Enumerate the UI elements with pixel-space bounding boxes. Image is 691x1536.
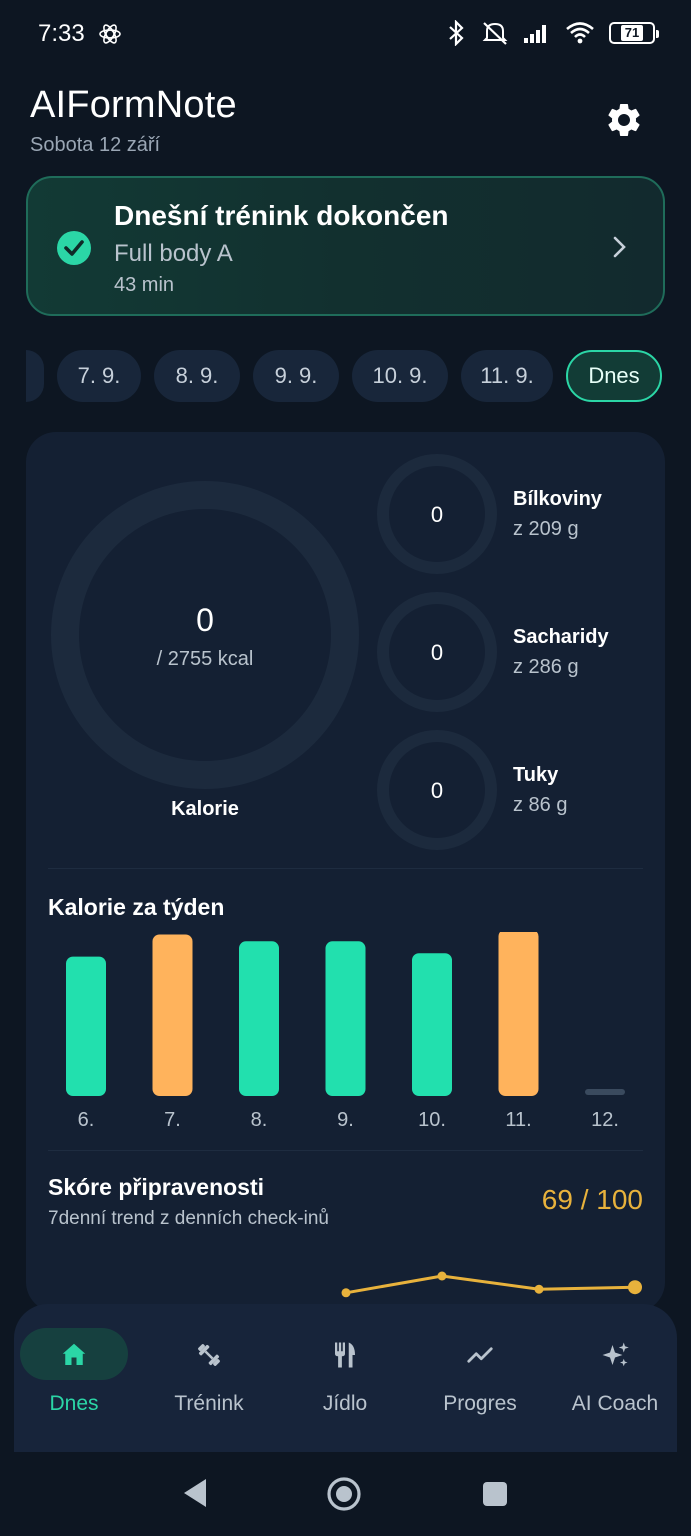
chart-bar [498, 932, 539, 1096]
carbs-goal: z 286 g [513, 656, 579, 678]
calories-label: Kalorie [171, 798, 239, 820]
current-date: Sobota 12 září [30, 134, 161, 156]
status-time: 7:33 [38, 20, 85, 47]
home-button-icon[interactable] [326, 1476, 362, 1512]
battery-icon: 71 [609, 22, 659, 44]
recents-icon[interactable] [481, 1480, 509, 1508]
carbs-name: Sacharidy [513, 626, 609, 648]
calories-consumed: 0 [196, 602, 214, 638]
signal-icon [524, 25, 546, 43]
bottom-navigation: Dnes Trénink Jídlo Progres AI Coach [14, 1304, 677, 1452]
status-bar: 7:33 71 [0, 0, 691, 70]
trend-point [534, 1284, 544, 1294]
system-navigation [0, 1452, 691, 1536]
chart-bar [412, 953, 452, 1096]
workout-name: Full body A [114, 240, 233, 267]
trend-point [437, 1271, 447, 1281]
fat-value: 0 [430, 778, 444, 803]
day-chip-offscreen[interactable] [26, 350, 44, 402]
nav-label: AI Coach [571, 1392, 659, 1415]
chevron-right-icon [613, 236, 626, 258]
chart-bar-empty [585, 1089, 625, 1095]
mute-icon [482, 22, 508, 45]
trend-point [628, 1280, 642, 1295]
fat-name: Tuky [513, 764, 559, 786]
nav-label: Dnes [49, 1392, 99, 1415]
sparkles-icon [602, 1342, 629, 1367]
wifi-icon [566, 22, 594, 44]
nav-label: Jídlo [322, 1392, 368, 1415]
nav-item-training[interactable]: Trénink [144, 1328, 274, 1428]
chart-category-label: 7. [164, 1109, 181, 1131]
chart-bar [152, 934, 193, 1096]
protein-name: Bílkoviny [513, 488, 602, 510]
carbs-value: 0 [430, 640, 444, 665]
weekly-calories-chart: 6. 7. 8. 9. 10. 11. 12. [66, 932, 625, 1131]
workout-status-title: Dnešní trénink dokončen [114, 200, 449, 231]
chart-category-label: 10. [418, 1109, 446, 1131]
divider [48, 868, 643, 869]
readiness-score: 69 / 100 [541, 1184, 643, 1215]
fat-goal: z 86 g [513, 794, 568, 816]
protein-value: 0 [430, 502, 444, 527]
home-icon [62, 1343, 86, 1365]
day-chip[interactable]: 7. 9. [57, 350, 141, 402]
day-chip[interactable]: 9. 9. [253, 350, 339, 402]
day-chip[interactable]: 10. 9. [352, 350, 448, 402]
chart-bar [66, 956, 106, 1096]
app-title: AIFormNote [30, 84, 237, 126]
nav-label: Trénink [174, 1392, 244, 1415]
trend-point [341, 1288, 351, 1298]
gear-icon[interactable] [604, 100, 644, 140]
back-icon[interactable] [180, 1476, 210, 1510]
divider [48, 1150, 643, 1151]
day-chip[interactable]: 11. 9. [461, 350, 553, 402]
readiness-subtitle: 7denní trend z denních check-inů [48, 1208, 329, 1229]
day-chip[interactable]: 8. 9. [154, 350, 240, 402]
day-chip-today[interactable]: Dnes [566, 350, 662, 402]
chart-category-label: 9. [337, 1109, 354, 1131]
readiness-title: Skóre připravenosti [48, 1174, 265, 1200]
nutrition-card: 0 / 2755 kcal Kalorie 0 Bílkoviny z 209 … [26, 432, 665, 1312]
chart-bar [239, 941, 279, 1096]
trend-icon [467, 1347, 493, 1363]
workout-duration: 43 min [114, 274, 175, 296]
protein-goal: z 209 g [513, 518, 579, 540]
chart-bar [325, 941, 366, 1096]
battery-level: 71 [620, 25, 644, 41]
nav-label: Progres [443, 1392, 517, 1415]
chart-category-label: 6. [78, 1109, 95, 1131]
status-icons: 71 [445, 20, 659, 46]
calories-goal: / 2755 kcal [156, 648, 254, 670]
check-circle-icon [57, 231, 91, 265]
chart-category-label: 12. [591, 1109, 619, 1131]
day-selector: 7. 9. 8. 9. 9. 9. 10. 9. 11. 9. Dnes [0, 350, 691, 404]
weekly-calories-title: Kalorie za týden [48, 894, 225, 920]
nav-item-food[interactable]: Jídlo [280, 1328, 410, 1428]
dumbbell-icon [198, 1344, 220, 1366]
bluetooth-icon [449, 20, 464, 46]
trend-line [345, 1274, 636, 1295]
nav-item-ai-coach[interactable]: AI Coach [550, 1328, 680, 1428]
app-notification-icon [99, 24, 121, 44]
workout-completed-card[interactable]: Dnešní trénink dokončen Full body A 43 m… [26, 176, 665, 316]
nav-item-progress[interactable]: Progres [415, 1328, 545, 1428]
nav-item-today[interactable]: Dnes [14, 1328, 144, 1428]
fork-knife-icon [335, 1342, 355, 1368]
chart-category-label: 8. [251, 1109, 268, 1131]
chart-category-label: 11. [505, 1109, 531, 1131]
